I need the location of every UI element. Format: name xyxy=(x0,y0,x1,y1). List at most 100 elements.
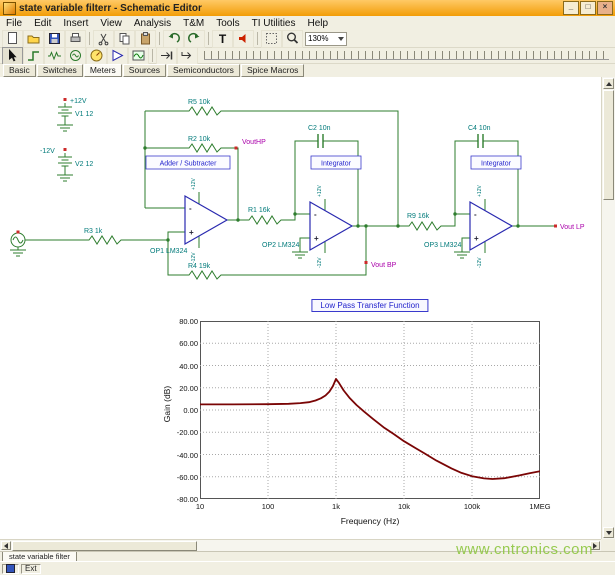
title-bar[interactable]: state variable filterr - Schematic Edito… xyxy=(0,0,615,16)
ground-symbol[interactable] xyxy=(292,249,308,258)
battery-v2[interactable] xyxy=(58,153,72,172)
meter-icon xyxy=(89,48,104,63)
wire-tool-button[interactable] xyxy=(23,47,44,65)
ground-symbol[interactable] xyxy=(57,172,73,181)
resistor-r5[interactable] xyxy=(185,107,225,115)
zoom-button[interactable] xyxy=(282,30,303,48)
op3-plus-sign: + xyxy=(474,234,479,243)
save-button[interactable] xyxy=(44,30,65,48)
paste-button[interactable] xyxy=(135,30,156,48)
op2-plus-sign: + xyxy=(314,234,319,243)
vertical-scrollbar[interactable] xyxy=(601,77,615,539)
arrow-right-icon xyxy=(593,543,597,549)
op2-minus-sign: - xyxy=(314,210,317,219)
y-tick: -20.00 xyxy=(177,428,198,437)
svg-text:Integrator: Integrator xyxy=(321,161,352,168)
maximize-button[interactable]: □ xyxy=(580,1,596,15)
label-r3: R3 1k xyxy=(84,228,103,235)
menu-tm[interactable]: T&M xyxy=(177,18,210,29)
undo-icon xyxy=(166,31,181,46)
meter-tool-button[interactable] xyxy=(86,47,107,65)
tab-meters[interactable]: Meters xyxy=(84,64,122,77)
new-file-button[interactable] xyxy=(2,30,23,48)
menu-file[interactable]: File xyxy=(0,18,28,29)
status-icon-panel xyxy=(2,564,19,574)
annotation-integrator-1[interactable]: Integrator xyxy=(311,156,361,169)
toolbar-separator xyxy=(159,32,160,45)
opamp-icon xyxy=(110,48,125,63)
horizontal-scroll-thumb[interactable] xyxy=(12,541,197,551)
label-vouthp: VoutHP xyxy=(242,139,266,146)
schematic-canvas[interactable]: - + - + - + Adder / Subtracter Integrato… xyxy=(0,77,601,539)
step-forward-button[interactable] xyxy=(156,47,177,65)
magnifier-icon xyxy=(285,31,300,46)
select-tool-button[interactable] xyxy=(2,47,23,65)
new-file-icon xyxy=(5,31,20,46)
audio-button[interactable] xyxy=(233,30,254,48)
tab-semiconductors[interactable]: Semiconductors xyxy=(167,64,240,77)
label-v1: V1 12 xyxy=(75,111,93,118)
opamp-tool-button[interactable] xyxy=(107,47,128,65)
menu-analysis[interactable]: Analysis xyxy=(128,18,177,29)
resistor-icon xyxy=(47,48,62,63)
ground-symbol[interactable] xyxy=(57,122,73,131)
undo-button[interactable] xyxy=(163,30,184,48)
tab-sources[interactable]: Sources xyxy=(123,64,166,77)
copy-button[interactable] xyxy=(114,30,135,48)
capacitor-c4[interactable] xyxy=(478,134,483,148)
menu-ti-utilities[interactable]: TI Utilities xyxy=(246,18,302,29)
resistor-tool-button[interactable] xyxy=(44,47,65,65)
redo-button[interactable] xyxy=(184,30,205,48)
op1-vplus-label: +12V xyxy=(191,178,197,190)
open-file-button[interactable] xyxy=(23,30,44,48)
resistor-r9[interactable] xyxy=(405,222,445,230)
grid-toggle-button[interactable] xyxy=(261,30,282,48)
signal-generator[interactable] xyxy=(11,233,25,247)
capacitor-c2[interactable] xyxy=(318,134,323,148)
ground-symbol[interactable] xyxy=(10,247,26,256)
label-voutlp: Vout LP xyxy=(560,224,585,231)
source-tool-button[interactable] xyxy=(65,47,86,65)
scroll-left-button[interactable] xyxy=(1,541,11,550)
close-button[interactable]: × xyxy=(597,1,613,15)
zoom-level-value: 130% xyxy=(308,34,328,43)
y-tick: 80.00 xyxy=(179,317,198,326)
status-ext-panel: Ext xyxy=(21,564,41,574)
annotation-integrator-2[interactable]: Integrator xyxy=(471,156,521,169)
resistor-r3[interactable] xyxy=(85,236,125,244)
menu-view[interactable]: View xyxy=(94,18,128,29)
x-tick: 100k xyxy=(450,502,494,511)
scroll-up-button[interactable] xyxy=(603,78,614,89)
tab-basic[interactable]: Basic xyxy=(3,64,36,77)
resistor-r1[interactable] xyxy=(245,216,285,224)
annotation-adder[interactable]: Adder / Subtracter xyxy=(146,156,230,169)
menu-insert[interactable]: Insert xyxy=(57,18,94,29)
label-v1-net: +12V xyxy=(70,98,87,105)
toolbar-separator xyxy=(152,49,153,62)
tab-spice-macros[interactable]: Spice Macros xyxy=(241,64,305,77)
toolbar-separator xyxy=(89,32,90,45)
resistor-r2[interactable] xyxy=(185,144,225,152)
minimize-button[interactable]: _ xyxy=(563,1,579,15)
ground-symbol[interactable] xyxy=(454,249,470,258)
chart-title: Low Pass Transfer Function xyxy=(311,299,428,312)
menu-tools[interactable]: Tools xyxy=(210,18,245,29)
scroll-down-button[interactable] xyxy=(603,527,614,538)
status-mode-icon xyxy=(6,564,15,573)
battery-v1[interactable] xyxy=(58,103,72,122)
label-op3: OP3 LM324 xyxy=(424,242,461,249)
print-button[interactable] xyxy=(65,30,86,48)
menu-help[interactable]: Help xyxy=(302,18,335,29)
scissors-icon xyxy=(96,31,111,46)
cut-button[interactable] xyxy=(93,30,114,48)
menu-edit[interactable]: Edit xyxy=(28,18,57,29)
scope-tool-button[interactable] xyxy=(128,47,149,65)
zoom-level-dropdown[interactable]: 130% xyxy=(305,32,347,46)
tab-switches[interactable]: Switches xyxy=(37,64,83,77)
step-end-button[interactable] xyxy=(177,47,198,65)
text-tool-button[interactable]: T xyxy=(212,30,233,48)
cursor-icon xyxy=(5,48,20,63)
resistor-r4[interactable] xyxy=(185,271,225,279)
printer-icon xyxy=(68,31,83,46)
vertical-scroll-thumb[interactable] xyxy=(603,90,614,200)
